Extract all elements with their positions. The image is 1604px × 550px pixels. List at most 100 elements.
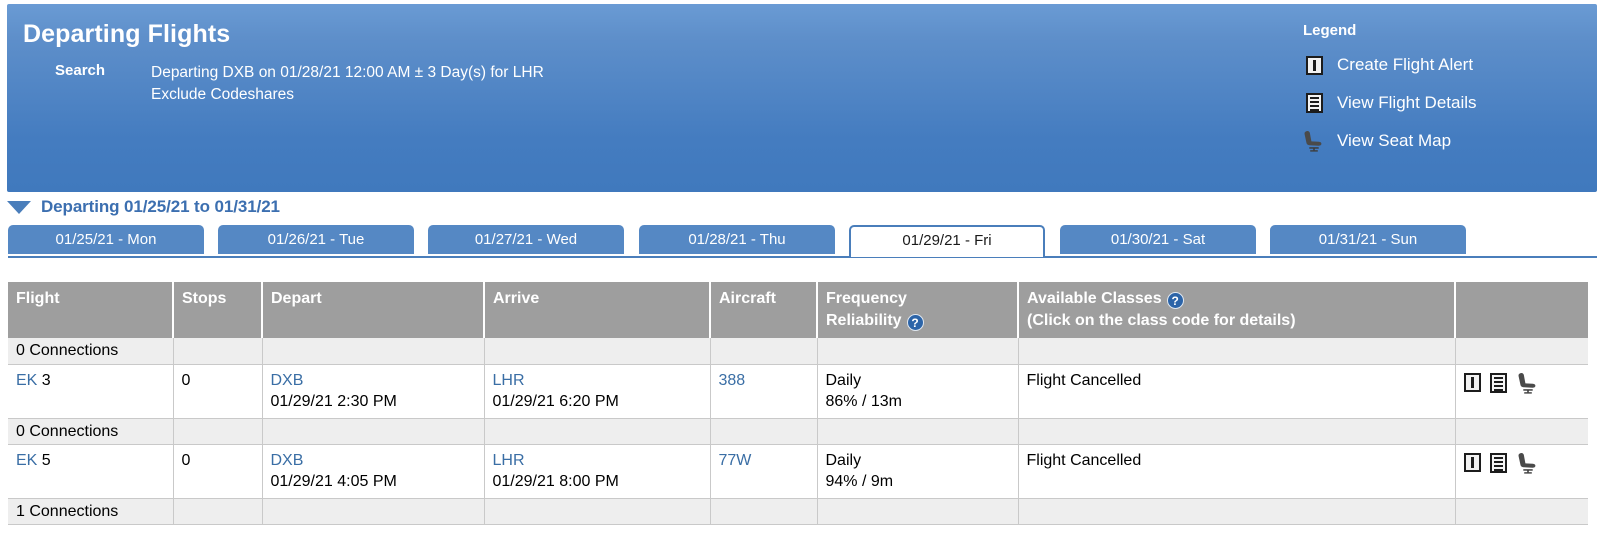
flight-number: 3 [41, 371, 51, 389]
cell-arrive: LHR 01/29/21 6:20 PM [484, 364, 711, 419]
column-header-available-classes[interactable]: Available Classes? (Click on the class c… [1018, 282, 1456, 338]
available-classes-help-icon[interactable]: ? [1166, 292, 1184, 309]
cell-stops: 0 [173, 444, 263, 499]
aircraft-link[interactable]: 77W [719, 452, 752, 469]
connections-filler [1455, 338, 1588, 365]
cell-stops: 0 [173, 364, 263, 419]
column-header-depart[interactable]: Depart [262, 282, 485, 338]
seat-icon[interactable] [1516, 452, 1540, 474]
alert-icon[interactable] [1463, 453, 1481, 472]
page-root: Departing Flights Search Departing DXB o… [0, 0, 1604, 550]
depart-airport-link[interactable]: DXB [271, 452, 304, 469]
carrier-link[interactable]: EK [16, 372, 37, 389]
page-title: Departing Flights [23, 20, 231, 48]
reliability-label: Reliability [826, 312, 902, 329]
legend-item-create-flight-alert: Create Flight Alert [1301, 46, 1531, 84]
tab-2021-01-28[interactable]: 01/28/21 - Thu [639, 225, 835, 254]
connections-filler [1455, 418, 1588, 445]
legend-item-view-flight-details: View Flight Details [1301, 84, 1531, 122]
frequency-value: Daily [825, 451, 862, 469]
connections-filler [173, 338, 263, 365]
connections-filler [817, 338, 1019, 365]
search-summary: Search Departing DXB on 01/28/21 12:00 A… [55, 62, 544, 106]
details-icon[interactable] [1489, 452, 1507, 473]
cell-available-classes: Flight Cancelled [1018, 444, 1456, 499]
connections-filler [262, 338, 485, 365]
cell-aircraft: 77W [710, 444, 818, 499]
cell-aircraft: 388 [710, 364, 818, 419]
legend-item-label: View Seat Map [1337, 131, 1452, 150]
cell-actions [1455, 444, 1588, 499]
arrive-time: 01/29/21 8:00 PM [492, 472, 619, 490]
departing-range-toggle[interactable]: Departing 01/25/21 to 01/31/21 [7, 197, 280, 217]
connections-filler [710, 338, 818, 365]
tabs-underline [8, 256, 1597, 258]
search-criteria-line2: Exclude Codeshares [151, 86, 295, 103]
connections-filler [1018, 498, 1456, 525]
column-header-aircraft[interactable]: Aircraft [710, 282, 818, 338]
connections-filler [173, 498, 263, 525]
column-header-flight[interactable]: Flight [8, 282, 174, 338]
connections-filler [262, 498, 485, 525]
flights-table: Flight Stops Depart Arrive Aircraft Freq… [8, 282, 1588, 525]
frequency-value: Daily [825, 371, 862, 389]
cell-frequency-reliability: Daily 86% / 13m [817, 364, 1019, 419]
alert-icon [1301, 55, 1327, 75]
table-row: EK 3 0 DXB 01/29/21 2:30 PM LHR 01/29/21 6… [8, 364, 1588, 419]
arrive-airport-link[interactable]: LHR [493, 372, 525, 389]
connections-filler [173, 418, 263, 445]
connections-filler [484, 338, 711, 365]
carrier-link[interactable]: EK [16, 452, 37, 469]
connections-row: 0 Connections [8, 338, 1588, 365]
connections-filler [817, 418, 1019, 445]
tab-2021-01-26[interactable]: 01/26/21 - Tue [218, 225, 414, 254]
connections-filler [484, 418, 711, 445]
depart-airport-link[interactable]: DXB [271, 372, 304, 389]
table-row: EK 5 0 DXB 01/29/21 4:05 PM LHR 01/29/21 8… [8, 444, 1588, 499]
tab-2021-01-27[interactable]: 01/27/21 - Wed [428, 225, 624, 254]
legend-item-label: Create Flight Alert [1337, 55, 1474, 74]
alert-icon[interactable] [1463, 373, 1481, 392]
connections-filler [1018, 418, 1456, 445]
legend: Legend Create Flight Alert View Flight D… [1301, 22, 1531, 160]
legend-item-view-seat-map: View Seat Map [1301, 122, 1531, 160]
connections-filler [710, 418, 818, 445]
arrive-time: 01/29/21 6:20 PM [492, 392, 619, 410]
departing-range-label[interactable]: Departing 01/25/21 to 01/31/21 [41, 197, 280, 217]
tab-2021-01-31[interactable]: 01/31/21 - Sun [1270, 225, 1466, 254]
cell-arrive: LHR 01/29/21 8:00 PM [484, 444, 711, 499]
day-tabs: 01/25/21 - Mon 01/26/21 - Tue 01/27/21 -… [8, 225, 1597, 258]
cell-depart: DXB 01/29/21 2:30 PM [262, 364, 485, 419]
aircraft-link[interactable]: 388 [719, 372, 746, 389]
connections-row: 0 Connections [8, 418, 1588, 445]
details-icon[interactable] [1489, 372, 1507, 393]
search-criteria-line1: Departing DXB on 01/28/21 12:00 AM ± 3 D… [151, 64, 544, 81]
details-icon [1301, 93, 1327, 113]
available-classes-label: Available Classes [1027, 290, 1162, 307]
reliability-value: 94% / 9m [825, 472, 894, 490]
flight-number: 5 [41, 451, 51, 469]
connections-filler [710, 498, 818, 525]
triangle-down-icon[interactable] [7, 200, 31, 214]
search-criteria: Departing DXB on 01/28/21 12:00 AM ± 3 D… [151, 62, 544, 106]
table-header-row: Flight Stops Depart Arrive Aircraft Freq… [8, 282, 1588, 338]
cell-frequency-reliability: Daily 94% / 9m [817, 444, 1019, 499]
column-header-frequency-reliability[interactable]: Frequency Reliability? [817, 282, 1019, 338]
reliability-help-icon[interactable]: ? [906, 314, 924, 331]
connections-row: 1 Connections [8, 498, 1588, 525]
connections-label: 0 Connections [8, 338, 174, 365]
tab-2021-01-30[interactable]: 01/30/21 - Sat [1060, 225, 1256, 254]
page-header: Departing Flights Search Departing DXB o… [7, 4, 1597, 192]
column-header-arrive[interactable]: Arrive [484, 282, 711, 338]
tab-2021-01-29[interactable]: 01/29/21 - Fri [849, 225, 1045, 257]
legend-item-label: View Flight Details [1337, 93, 1477, 112]
cell-depart: DXB 01/29/21 4:05 PM [262, 444, 485, 499]
column-header-stops[interactable]: Stops [173, 282, 263, 338]
connections-filler [817, 498, 1019, 525]
search-label: Search [55, 62, 106, 79]
connections-filler [484, 498, 711, 525]
connections-label: 0 Connections [8, 418, 174, 445]
arrive-airport-link[interactable]: LHR [493, 452, 525, 469]
seat-icon[interactable] [1516, 372, 1540, 394]
tab-2021-01-25[interactable]: 01/25/21 - Mon [8, 225, 204, 254]
